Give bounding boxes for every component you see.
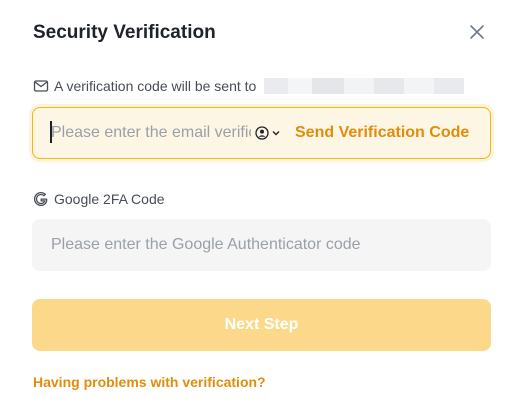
verification-help-link[interactable]: Having problems with verification? — [33, 374, 266, 390]
next-step-button[interactable]: Next Step — [32, 299, 491, 351]
mail-icon — [33, 78, 49, 94]
google-2fa-label-text: Google 2FA Code — [54, 191, 165, 207]
page-title: Security Verification — [33, 22, 216, 43]
email-code-input[interactable] — [33, 108, 251, 158]
chevron-down-icon — [272, 131, 280, 136]
google-code-input[interactable] — [33, 220, 490, 270]
google-code-field[interactable] — [32, 219, 491, 271]
close-icon[interactable] — [467, 22, 487, 42]
account-icon[interactable] — [255, 126, 281, 140]
google-icon — [33, 191, 49, 207]
email-notice: A verification code will be sent to — [33, 78, 465, 94]
masked-email — [264, 78, 465, 94]
send-verification-code-button[interactable]: Send Verification Code — [295, 124, 469, 142]
text-caret — [50, 121, 52, 143]
google-2fa-label: Google 2FA Code — [33, 191, 165, 207]
email-code-field[interactable]: Send Verification Code — [32, 107, 491, 159]
email-notice-text: A verification code will be sent to — [54, 78, 257, 94]
